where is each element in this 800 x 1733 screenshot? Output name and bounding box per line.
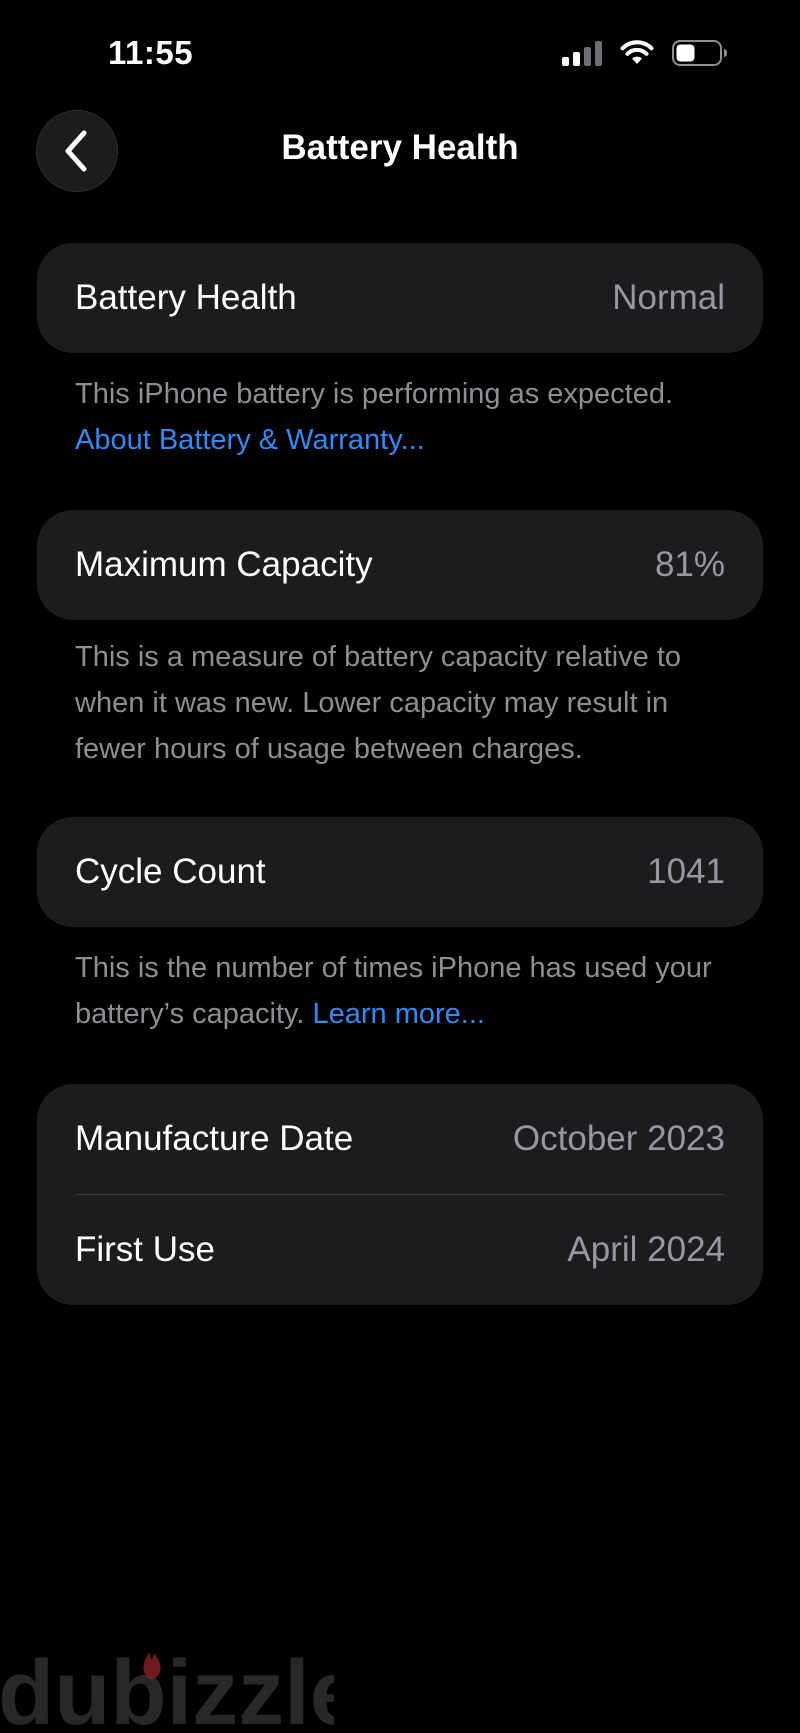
battery-health-label: Battery Health [75, 278, 297, 317]
cycle-count-value: 1041 [647, 852, 725, 891]
page-title: Battery Health [281, 128, 519, 167]
wifi-icon [620, 40, 654, 64]
battery-health-card: Battery Health Normal [37, 243, 763, 353]
maximum-capacity-value: 81% [654, 545, 725, 584]
manufacture-date-label: Manufacture Date [75, 1119, 354, 1158]
first-use-value: April 2024 [567, 1230, 725, 1269]
status-bar: 11:55 [0, 0, 800, 110]
battery-health-value: Normal [612, 278, 725, 317]
battery-health-row: Battery Health Normal [37, 243, 763, 353]
cycle-count-row: Cycle Count 1041 [37, 817, 763, 927]
cellular-signal-icon [562, 40, 602, 66]
maximum-capacity-footnote: This is a measure of battery capacity re… [75, 641, 682, 765]
cycle-count-card: Cycle Count 1041 [37, 817, 763, 927]
cycle-count-label: Cycle Count [75, 852, 266, 891]
dubizzle-watermark-logo: dubizzle [0, 1642, 334, 1733]
status-time: 11:55 [108, 34, 194, 71]
battery-health-footnote-text: This iPhone battery is performing as exp… [75, 378, 674, 410]
battery-icon [672, 40, 727, 66]
battery-health-footnote: This iPhone battery is performing as exp… [75, 371, 735, 463]
first-use-label: First Use [75, 1230, 215, 1269]
dates-card: Manufacture Date October 2023 First Use … [37, 1084, 763, 1305]
first-use-row: First Use April 2024 [37, 1195, 763, 1305]
maximum-capacity-card: Maximum Capacity 81% [37, 510, 763, 620]
status-icons [562, 40, 728, 66]
learn-more-link[interactable]: Learn more... [313, 998, 485, 1030]
about-battery-warranty-link[interactable]: About Battery & Warranty... [75, 424, 425, 456]
manufacture-date-row: Manufacture Date October 2023 [37, 1084, 763, 1194]
maximum-capacity-row: Maximum Capacity 81% [37, 510, 763, 620]
manufacture-date-value: October 2023 [512, 1119, 725, 1158]
watermark-text: dubizzle [0, 1642, 334, 1733]
cycle-count-footnote: This is the number of times iPhone has u… [75, 945, 735, 1037]
maximum-capacity-label: Maximum Capacity [75, 545, 373, 584]
